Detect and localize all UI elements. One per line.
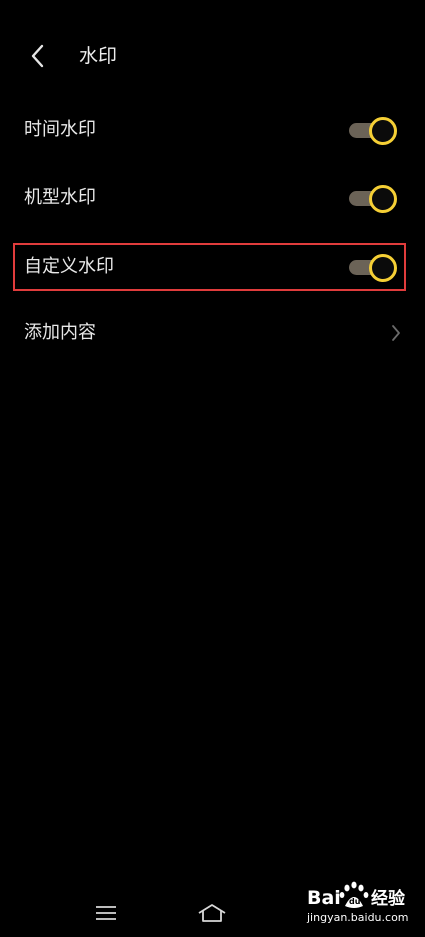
model-watermark-label: 机型水印 xyxy=(24,187,96,208)
baidu-jingyan-watermark: Bai du 经验 jingyan.baidu.com xyxy=(305,880,420,932)
highlight-annotation-box xyxy=(13,243,406,291)
model-watermark-row[interactable]: 机型水印 xyxy=(0,170,425,226)
time-watermark-toggle[interactable] xyxy=(348,114,398,146)
add-content-row[interactable]: 添加内容 xyxy=(0,305,425,361)
top-bar: 水印 xyxy=(0,30,425,82)
baidu-paw-logo: Bai du 经验 xyxy=(307,881,406,909)
page-title: 水印 xyxy=(79,45,118,67)
toggle-knob xyxy=(369,185,397,213)
home-button[interactable] xyxy=(194,898,230,928)
toggle-knob xyxy=(369,117,397,145)
svg-text:Bai: Bai xyxy=(307,887,341,909)
back-button[interactable] xyxy=(22,40,54,72)
time-watermark-label: 时间水印 xyxy=(24,119,96,140)
time-watermark-row[interactable]: 时间水印 xyxy=(0,102,425,158)
home-icon xyxy=(198,904,226,922)
add-content-label: 添加内容 xyxy=(24,322,96,343)
menu-icon xyxy=(96,906,116,920)
svg-text:du: du xyxy=(349,897,361,906)
model-watermark-toggle[interactable] xyxy=(348,182,398,214)
chevron-right-icon xyxy=(386,319,406,347)
watermark-url: jingyan.baidu.com xyxy=(307,911,409,924)
svg-text:经验: 经验 xyxy=(371,888,406,909)
chevron-left-icon xyxy=(31,44,44,68)
menu-button[interactable] xyxy=(88,898,124,928)
